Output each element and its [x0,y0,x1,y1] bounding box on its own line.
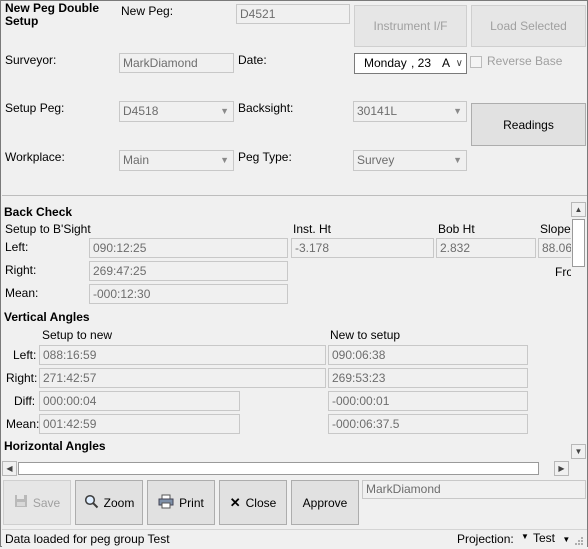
horizontal-scrollbar[interactable]: ◀ ▶ [2,461,571,476]
vertical-angles-heading: Vertical Angles [4,310,90,324]
printer-icon [158,494,174,512]
workplace-combo[interactable]: Main ▼ [119,150,234,171]
date-label: Date: [238,53,267,67]
vertical-scroll-thumb[interactable] [572,219,585,267]
va-row-label: Mean: [6,417,40,431]
projection-value: Test [533,531,556,545]
projection-dropdown[interactable]: Test ▼ [533,531,575,547]
horizontal-scroll-thumb[interactable] [18,462,539,475]
setup-to-bsight-label: Setup to B'Sight [5,222,91,236]
surveyor-label: Surveyor: [5,53,57,67]
print-label: Print [179,495,204,510]
peg-type-combo[interactable]: Survey ▼ [353,150,467,171]
peg-type-value: Survey [357,153,395,167]
mean-label: Mean: [5,286,39,300]
va-setup-to-new-field[interactable]: 001:42:59 [39,414,240,434]
approver-field[interactable]: MarkDiamond [362,480,586,499]
setup-peg-combo[interactable]: D4518 ▼ [119,101,234,122]
va-new-to-setup-field[interactable]: -000:06:37.5 [328,414,528,434]
magnifier-icon [84,494,99,512]
peg-type-label: Peg Type: [238,150,292,164]
scroll-left-icon[interactable]: ◀ [2,461,17,476]
va-row-label: Left: [13,348,37,362]
print-button[interactable]: Print [147,480,215,525]
load-selected-button[interactable]: Load Selected [471,5,586,47]
reverse-base-checkbox[interactable] [470,56,482,68]
right-label: Right: [5,263,37,277]
zoom-button[interactable]: Zoom [75,480,143,525]
date-day: , 23 [411,56,432,70]
va-new-to-setup-field[interactable]: 269:53:23 [328,368,528,388]
va-setup-to-new-field[interactable]: 088:16:59 [39,345,326,365]
chevron-down-icon: ▼ [562,535,571,544]
scroll-content: Back Check Setup to B'Sight Inst. Ht Bob… [2,201,571,459]
peg-setup-window: New Peg Double Setup New Peg: D4521 Inst… [0,0,588,547]
va-new-to-setup-field[interactable]: 090:06:38 [328,345,528,365]
setup-to-new-label: Setup to new [42,328,113,342]
backsight-label: Backsight: [238,101,294,115]
new-peg-field[interactable]: D4521 [236,4,350,24]
surveyor-field[interactable]: MarkDiamond [119,53,234,73]
close-x-icon: ✕ [229,494,241,510]
scroll-down-icon[interactable]: ▼ [571,444,586,459]
left-label: Left: [5,240,29,254]
backsight-value: 30141L [357,104,398,118]
setup-peg-label: Setup Peg: [5,101,65,115]
reverse-base-label: Reverse Base [487,54,563,68]
va-row-label: Diff: [14,394,36,408]
new-peg-label: New Peg: [121,4,174,18]
readings-button[interactable]: Readings [471,103,586,146]
back-check-heading: Back Check [4,205,73,219]
horizontal-angles-heading: Horizontal Angles [4,439,106,453]
resize-grip-icon[interactable] [574,535,584,545]
date-month: A [442,56,451,70]
back-check-mean-field[interactable]: -000:12:30 [89,284,288,304]
bob-ht-field[interactable]: 2.832 [436,238,536,258]
header-divider [2,195,587,196]
close-label: Close [245,495,277,510]
chevron-down-icon: ▼ [220,106,229,116]
date-picker[interactable]: Monday , 23 A ∨ [354,53,467,74]
va-setup-to-new-field[interactable]: 271:42:57 [39,368,326,388]
va-row-label: Right: [6,371,38,385]
back-check-left-field[interactable]: 090:12:25 [89,238,288,258]
backsight-combo[interactable]: 30141L ▼ [353,101,467,122]
status-message: Data loaded for peg group Test [5,532,170,546]
approve-button[interactable]: Approve [291,480,359,525]
chevron-down-icon: ∨ [455,58,463,69]
inst-ht-field[interactable]: -3.178 [291,238,434,258]
workplace-label: Workplace: [5,150,65,164]
save-disk-icon [14,494,28,511]
va-new-to-setup-field[interactable]: -000:00:01 [328,391,528,411]
save-button[interactable]: Save [3,480,71,525]
save-label: Save [32,495,61,510]
new-to-setup-label: New to setup [330,328,401,342]
bob-ht-label: Bob Ht [438,222,475,236]
form-title: New Peg Double Setup [5,1,100,28]
slope-field[interactable]: 88.069 [538,238,571,258]
setup-peg-value: D4518 [123,104,159,118]
from-label: Fro [555,265,571,279]
date-weekday: Monday [364,56,407,70]
chevron-down-icon: ▼ [453,155,462,165]
zoom-label: Zoom [103,495,135,510]
chevron-down-icon: ▼ [453,106,462,116]
instrument-if-button[interactable]: Instrument I/F [354,5,467,47]
chevron-down-icon: ▼ [220,155,229,165]
inst-ht-label: Inst. Ht [293,222,332,236]
close-button[interactable]: ✕ Close [219,480,287,525]
back-check-right-field[interactable]: 269:47:25 [89,261,288,281]
va-setup-to-new-field[interactable]: 000:00:04 [39,391,240,411]
scroll-right-icon[interactable]: ▶ [554,461,569,476]
chevron-down-icon[interactable]: ▼ [521,532,529,541]
status-bar: Data loaded for peg group Test Projectio… [2,529,587,547]
vertical-scrollbar[interactable]: ▲ ▼ [571,202,587,460]
workplace-value: Main [123,153,150,167]
scroll-up-icon[interactable]: ▲ [571,202,586,217]
slope-label: Slope [540,222,571,236]
projection-label: Projection: [457,532,514,546]
